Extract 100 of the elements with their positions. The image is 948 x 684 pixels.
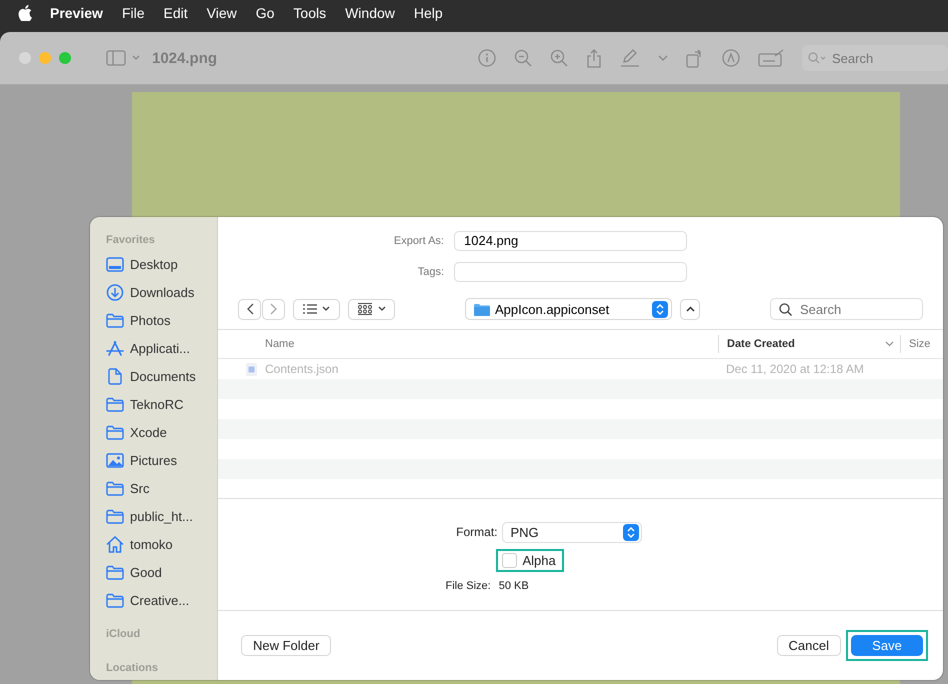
sidebar-item[interactable]: Desktop xyxy=(106,250,217,278)
location-popup[interactable]: AppIcon.appiconset xyxy=(465,298,672,320)
picture-icon xyxy=(106,452,124,468)
menu-item[interactable]: Window xyxy=(345,5,395,21)
folder-icon xyxy=(474,302,490,316)
menu-item[interactable]: Tools xyxy=(293,5,326,21)
sidebar-item-label: Xcode xyxy=(130,424,167,440)
tags-field[interactable] xyxy=(454,262,687,282)
sidebar-item-label: tomoko xyxy=(130,536,173,552)
sidebar-item[interactable]: Good xyxy=(106,558,217,586)
apple-logo-icon[interactable] xyxy=(18,5,32,21)
location-label: AppIcon.appiconset xyxy=(495,302,610,316)
list-icon xyxy=(302,304,330,314)
folder-icon xyxy=(106,564,124,580)
tags-label: Tags: xyxy=(416,266,445,278)
search-icon xyxy=(779,302,792,316)
chevron-down-icon[interactable] xyxy=(658,55,668,61)
list-view-button[interactable] xyxy=(293,298,340,320)
home-icon xyxy=(106,536,124,552)
stepper-icon xyxy=(622,524,638,540)
sidebar-item[interactable]: Documents xyxy=(106,362,217,390)
save-button[interactable]: Save xyxy=(851,635,923,656)
sidebar-item-label: Downloads xyxy=(130,284,194,300)
menu-item[interactable]: Edit xyxy=(164,5,188,21)
search-field[interactable]: Search xyxy=(802,45,948,71)
chevron-down-icon xyxy=(885,341,894,347)
search-input[interactable]: Search xyxy=(830,50,934,66)
app-store-icon xyxy=(106,340,124,356)
folder-icon xyxy=(106,480,124,496)
sidebar-item-label: Src xyxy=(130,480,150,496)
sidebar-item-label: Photos xyxy=(130,312,170,328)
zoom-button[interactable] xyxy=(59,52,71,64)
sidebar-item[interactable]: Photos xyxy=(106,306,217,334)
folder-icon xyxy=(106,312,124,328)
menu-item[interactable]: Help xyxy=(414,5,443,21)
format-popup[interactable]: PNG xyxy=(502,522,642,542)
sidebar-item-label: Good xyxy=(130,564,162,580)
dialog-button[interactable]: New Folder xyxy=(241,635,332,656)
file-name: Contents.json xyxy=(265,362,338,376)
sidebar-item[interactable]: TeknoRC xyxy=(106,390,217,418)
menu-item[interactable]: File xyxy=(122,5,144,21)
expand-button[interactable] xyxy=(680,298,700,320)
signature-icon[interactable] xyxy=(758,49,784,67)
column-header[interactable]: Date Created xyxy=(718,335,900,353)
folder-icon xyxy=(106,424,124,440)
zoom-out-icon[interactable] xyxy=(514,49,532,67)
sidebar-item[interactable]: public_ht... xyxy=(106,502,217,530)
sidebar-item-label: TeknoRC xyxy=(130,396,184,412)
file-date: Dec 11, 2020 at 12:18 AM xyxy=(726,362,864,376)
export-as-label: Export As: xyxy=(392,234,445,246)
icon-view-button[interactable] xyxy=(348,298,395,320)
dialog-button[interactable]: Cancel xyxy=(776,635,841,656)
search-field[interactable]: Search xyxy=(770,298,923,320)
window-title: 1024.png xyxy=(152,50,218,66)
sidebar-section-title: iCloud xyxy=(106,628,142,640)
pen-icon[interactable] xyxy=(620,49,640,67)
sidebar-item[interactable]: Downloads xyxy=(106,278,217,306)
minimize-button[interactable] xyxy=(39,52,51,64)
info-icon[interactable] xyxy=(478,49,496,67)
stepper-icon xyxy=(652,300,668,318)
format-label: Format: xyxy=(455,525,498,539)
chevron-up-icon xyxy=(686,306,694,312)
menu-item[interactable]: Preview xyxy=(50,5,103,21)
column-header[interactable]: Name xyxy=(218,335,718,353)
back-button[interactable] xyxy=(238,298,261,320)
menu-item[interactable]: Go xyxy=(256,5,274,21)
sidebar-item[interactable]: Xcode xyxy=(106,418,217,446)
file-size-label: File Size: xyxy=(446,580,492,592)
checkbox-label[interactable]: Alpha xyxy=(522,552,556,568)
markup-icon[interactable] xyxy=(722,49,740,67)
sidebar-item-label: Creative... xyxy=(130,592,190,608)
column-header[interactable]: Size xyxy=(900,335,930,353)
zoom-in-icon[interactable] xyxy=(550,49,568,67)
menu-item[interactable]: View xyxy=(206,5,237,21)
desktop-icon xyxy=(106,256,124,272)
checkbox[interactable] xyxy=(502,552,516,568)
sidebar-item[interactable]: tomoko xyxy=(106,530,217,558)
download-icon xyxy=(106,284,124,300)
sidebar-icon[interactable] xyxy=(106,50,140,66)
sidebar-item[interactable]: Applicati... xyxy=(106,334,217,362)
sidebar-item-label: Desktop xyxy=(130,256,178,272)
sidebar-item-label: public_ht... xyxy=(130,508,193,524)
sidebar-item[interactable]: Pictures xyxy=(106,446,217,474)
export-as-field[interactable]: 1024.png xyxy=(454,230,687,250)
file-icon xyxy=(246,362,257,376)
chevron-right-icon xyxy=(270,303,278,315)
folder-icon xyxy=(106,508,124,524)
folder-icon xyxy=(106,592,124,608)
file-size-value: 50 KB xyxy=(498,580,529,592)
search-icon xyxy=(808,52,826,64)
folder-icon xyxy=(106,396,124,412)
grid-icon xyxy=(356,303,386,315)
sidebar-item-label: Pictures xyxy=(130,452,177,468)
sidebar-section-title: Locations xyxy=(106,662,159,674)
sidebar-section-title: Favorites xyxy=(106,234,156,246)
share-icon[interactable] xyxy=(586,48,602,68)
sidebar-item-label: Applicati... xyxy=(130,340,190,356)
sidebar-item[interactable]: Creative... xyxy=(106,586,217,614)
document-icon xyxy=(106,368,124,384)
sidebar-item[interactable]: Src xyxy=(106,474,217,502)
